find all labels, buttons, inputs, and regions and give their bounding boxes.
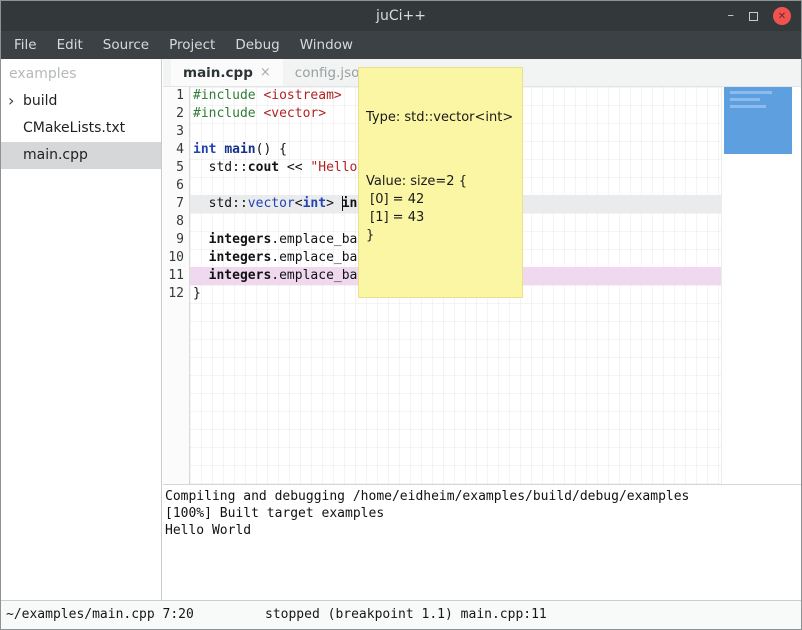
line-number: 11 — [163, 267, 184, 285]
minimap-code-lines — [724, 91, 792, 108]
status-bar: ~/examples/main.cpp 7:20 stopped (breakp… — [1, 600, 801, 629]
menu-item-source[interactable]: Source — [93, 31, 159, 59]
line-number: 5 — [163, 159, 184, 177]
tooltip-value-line: Value: size=2 { — [366, 173, 513, 191]
menu-bar: FileEditSourceProjectDebugWindow — [1, 31, 801, 59]
tab-main-cpp[interactable]: main.cpp × — [171, 59, 283, 86]
source-minimap — [721, 87, 801, 484]
menu-item-window[interactable]: Window — [290, 31, 363, 59]
line-number: 6 — [163, 177, 184, 195]
app-window: juCi++ – ✕ FileEditSourceProjectDebugWin… — [0, 0, 802, 630]
chevron-right-icon: › — [8, 87, 14, 114]
close-tab-icon[interactable]: × — [260, 65, 271, 80]
line-number: 12 — [163, 285, 184, 303]
tooltip-value: Value: size=2 { [0] = 42 [1] = 43} — [366, 173, 513, 245]
menu-item-debug[interactable]: Debug — [225, 31, 289, 59]
line-number: 1 — [163, 87, 184, 105]
file-explorer-sidebar: examples › build CMakeLists.txt main.cpp — [1, 59, 161, 600]
line-number: 10 — [163, 249, 184, 267]
window-title: juCi++ — [376, 8, 426, 24]
project-name: examples — [1, 59, 161, 88]
tooltip-value-line: } — [366, 227, 513, 245]
status-debug-state: stopped (breakpoint 1.1) main.cpp:11 — [265, 601, 547, 629]
tree-item-label: CMakeLists.txt — [23, 120, 125, 136]
file-tree: › build CMakeLists.txt main.cpp — [1, 88, 161, 169]
status-file-position: ~/examples/main.cpp 7:20 — [6, 601, 194, 629]
minimap-viewport[interactable] — [724, 87, 792, 154]
close-icon[interactable]: ✕ — [773, 7, 791, 25]
output-line: Hello World — [165, 522, 801, 539]
tree-item-build[interactable]: › build — [1, 88, 161, 115]
debug-value-tooltip: Type: std::vector<int> Value: size=2 { [… — [358, 67, 523, 298]
tooltip-value-line: [1] = 43 — [366, 209, 513, 227]
tree-item-label: main.cpp — [23, 147, 88, 163]
tooltip-type: Type: std::vector<int> — [366, 109, 513, 127]
tab-label: config.json — [295, 65, 368, 81]
tooltip-value-line: [0] = 42 — [366, 191, 513, 209]
line-number: 8 — [163, 213, 184, 231]
line-number-gutter: 123456789101112 — [163, 87, 190, 484]
output-line: [100%] Built target examples — [165, 505, 801, 522]
output-line: Compiling and debugging /home/eidheim/ex… — [165, 488, 801, 505]
tree-item-cmakelists-txt[interactable]: CMakeLists.txt — [1, 115, 161, 142]
line-number: 9 — [163, 231, 184, 249]
tab-label: main.cpp — [183, 65, 253, 81]
line-number: 4 — [163, 141, 184, 159]
line-number: 2 — [163, 105, 184, 123]
tree-item-main-cpp[interactable]: main.cpp — [1, 142, 161, 169]
line-number: 7 — [163, 195, 184, 213]
restore-icon[interactable] — [749, 12, 758, 21]
line-number: 3 — [163, 123, 184, 141]
title-bar: juCi++ – ✕ — [1, 1, 801, 31]
menu-item-file[interactable]: File — [4, 31, 47, 59]
menu-item-edit[interactable]: Edit — [47, 31, 93, 59]
menu-item-project[interactable]: Project — [159, 31, 225, 59]
window-controls: – ✕ — [728, 1, 792, 31]
output-panel[interactable]: Compiling and debugging /home/eidheim/ex… — [163, 486, 801, 600]
minimize-icon[interactable]: – — [728, 1, 735, 31]
tree-item-label: build — [23, 93, 57, 109]
